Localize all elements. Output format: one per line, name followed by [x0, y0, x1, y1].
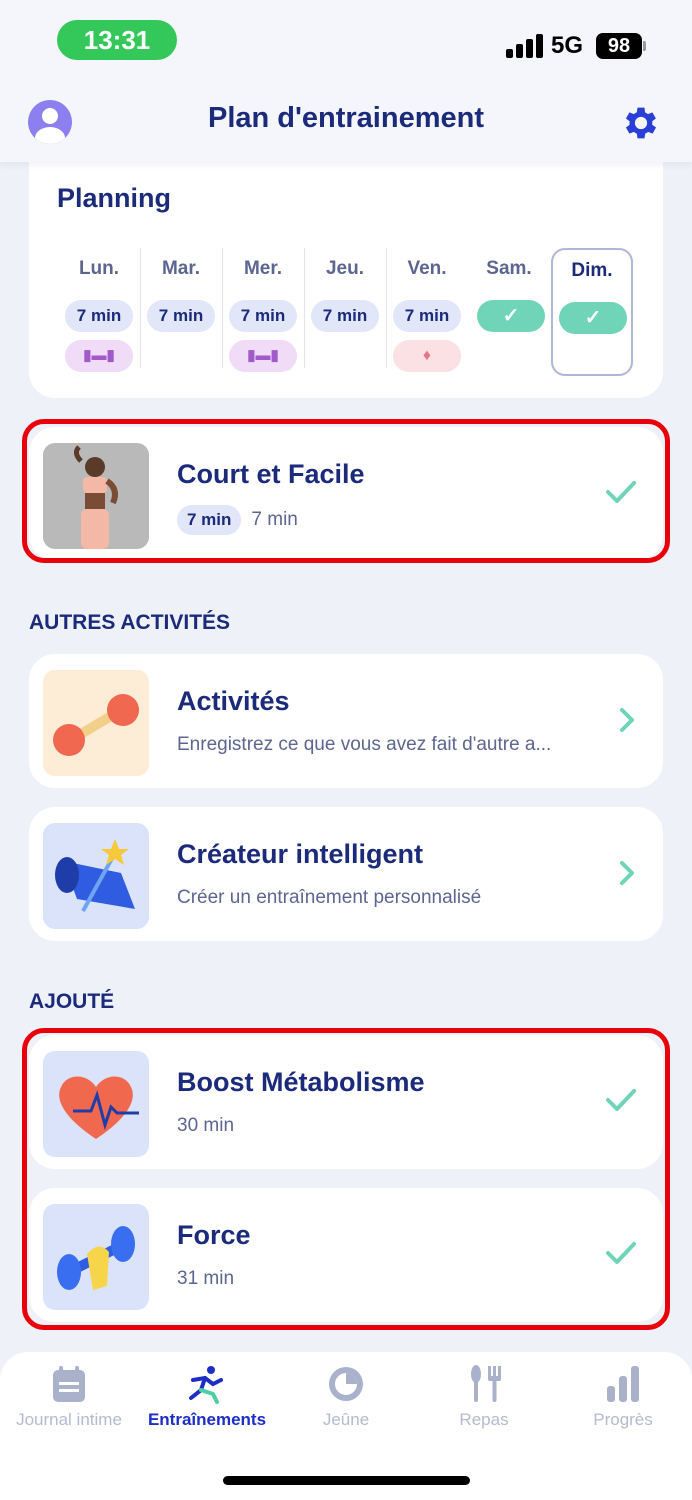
smart-creator-subtitle: Créer un entraînement personnalisé — [177, 887, 482, 908]
battery-icon: 98 — [596, 33, 642, 59]
nav-workouts[interactable]: Entraînements — [138, 1364, 276, 1444]
home-indicator[interactable] — [223, 1476, 470, 1485]
nav-meals[interactable]: Repas — [415, 1364, 553, 1444]
bottom-nav: Journal intime Entraînements Jeûne Repas — [0, 1352, 692, 1500]
day-label: Lun. — [78, 258, 120, 279]
check-icon: ✓ — [559, 302, 627, 334]
planning-title: Planning — [57, 183, 171, 213]
running-person-icon — [189, 1366, 223, 1404]
workout-title: Court et Facile — [177, 459, 365, 489]
workout-duration: 7 min — [251, 509, 298, 530]
bar-chart-icon — [607, 1366, 639, 1402]
boost-metabolism-title: Boost Métabolisme — [177, 1067, 425, 1097]
day-label: Sam. — [486, 258, 532, 279]
fasting-clock-icon — [329, 1367, 363, 1401]
dumbbell-icon: ▮▬▮ — [65, 340, 133, 372]
day-label: Dim. — [571, 260, 613, 281]
dumbbell-thumbnail — [43, 670, 149, 776]
chevron-right-icon — [620, 708, 634, 732]
calendar-icon — [53, 1366, 85, 1402]
section-title-added: AJOUTÉ — [29, 990, 115, 1013]
nav-progress[interactable]: Progrès — [554, 1364, 692, 1444]
status-bar: 13:31 5G 98 — [0, 0, 692, 90]
fire-icon: ♦ — [393, 340, 461, 372]
strength-thumbnail — [43, 1204, 149, 1310]
day-friday[interactable]: Ven. 7 min ♦ — [386, 248, 468, 376]
check-icon — [606, 481, 636, 503]
yoga-mat-thumbnail — [43, 823, 149, 929]
day-label: Ven. — [407, 258, 447, 279]
force-card[interactable]: Force 31 min — [29, 1188, 663, 1322]
check-icon — [606, 1242, 636, 1264]
boost-metabolism-duration: 30 min — [177, 1115, 235, 1136]
app-header: Plan d'entrainement — [0, 90, 692, 162]
workout-card[interactable]: Court et Facile 7 min 7 min — [29, 427, 663, 561]
nav-fasting[interactable]: Jeûne — [277, 1364, 415, 1444]
check-icon: ✓ — [477, 300, 545, 332]
activities-title: Activités — [177, 686, 290, 716]
day-label: Jeu. — [325, 258, 365, 279]
day-saturday[interactable]: Sam. ✓ — [468, 248, 550, 376]
status-time: 13:31 — [57, 20, 177, 60]
day-thursday[interactable]: Jeu. 7 min — [304, 248, 387, 376]
nav-label: Journal intime — [16, 1410, 122, 1429]
duration-chip: 7 min — [177, 505, 242, 535]
force-duration: 31 min — [177, 1268, 235, 1289]
section-title-other-activities: AUTRES ACTIVITÉS — [29, 611, 231, 634]
activities-subtitle: Enregistrez ce que vous avez fait d'autr… — [177, 734, 552, 755]
duration-chip: 7 min — [311, 300, 379, 332]
smart-creator-card[interactable]: Créateur intelligent Créer un entraîneme… — [29, 807, 663, 941]
duration-chip: 7 min — [393, 300, 461, 332]
gear-icon[interactable] — [620, 102, 662, 144]
fork-knife-icon — [471, 1365, 501, 1402]
day-monday[interactable]: Lun. 7 min ▮▬▮ — [58, 248, 141, 376]
duration-chip: 7 min — [229, 300, 297, 332]
workout-meta: 7 min 7 min — [177, 505, 298, 535]
day-sunday[interactable]: Dim. ✓ — [551, 248, 633, 376]
smart-creator-title: Créateur intelligent — [177, 839, 424, 869]
page-title: Plan d'entrainement — [207, 102, 484, 134]
workout-thumbnail — [43, 443, 149, 549]
nav-journal[interactable]: Journal intime — [0, 1364, 138, 1444]
chevron-right-icon — [620, 861, 634, 885]
duration-chip: 7 min — [65, 300, 133, 332]
dumbbell-icon: ▮▬▮ — [229, 340, 297, 372]
planning-card: Planning Lun. 7 min ▮▬▮ Mar. 7 min Mer. … — [29, 150, 663, 398]
boost-metabolism-card[interactable]: Boost Métabolisme 30 min — [29, 1035, 663, 1169]
battery-tip — [643, 41, 646, 51]
duration-chip: 7 min — [147, 300, 215, 332]
signal-icon — [506, 34, 544, 58]
day-wednesday[interactable]: Mer. 7 min ▮▬▮ — [222, 248, 305, 376]
day-label: Mer. — [243, 258, 283, 279]
network-type: 5G — [551, 32, 584, 59]
check-icon — [606, 1089, 636, 1111]
day-tuesday[interactable]: Mar. 7 min — [140, 248, 223, 376]
force-title: Force — [177, 1220, 251, 1250]
heart-thumbnail — [43, 1051, 149, 1157]
nav-label: Entraînements — [147, 1410, 267, 1429]
nav-label: Jeûne — [322, 1410, 370, 1429]
day-label: Mar. — [161, 258, 201, 279]
nav-label: Progrès — [593, 1410, 653, 1429]
activities-card[interactable]: Activités Enregistrez ce que vous avez f… — [29, 654, 663, 788]
nav-label: Repas — [459, 1410, 509, 1429]
